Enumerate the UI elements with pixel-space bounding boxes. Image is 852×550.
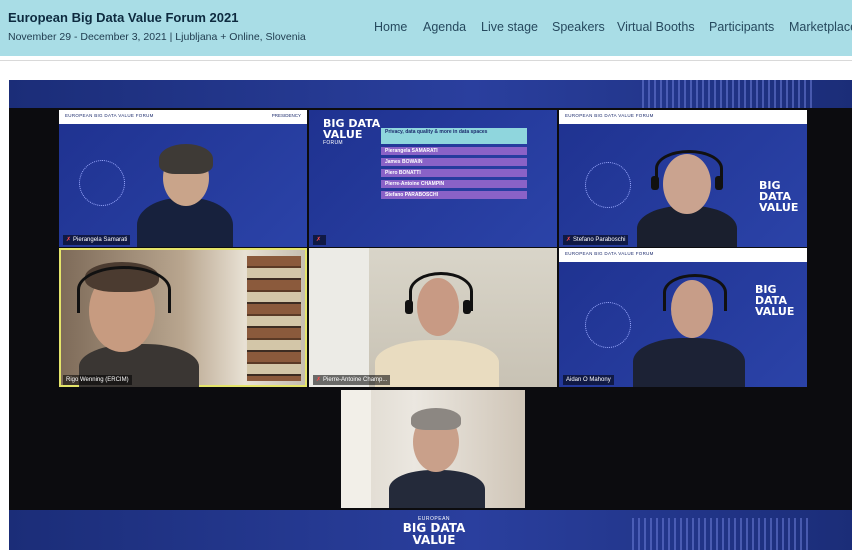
headset-icon xyxy=(77,266,171,313)
live-stage-video[interactable]: EUROPEAN BIG DATA VALUE FORUM PRESIDENCY… xyxy=(9,80,852,550)
agenda-speaker: Stefano PARABOSCHI xyxy=(381,191,527,199)
wireframe-globe-graphic xyxy=(585,162,631,208)
headset-earcup xyxy=(405,300,413,314)
participant-name-tag: Rigo Wenning (ERCIM) xyxy=(63,375,132,385)
slide-header-bar: EUROPEAN BIG DATA VALUE FORUM PRESIDENCY xyxy=(59,110,307,124)
main-nav: Home Agenda Live stage Speakers Virtual … xyxy=(0,20,852,38)
agenda-speaker: Pierangela SAMARATI xyxy=(381,147,527,155)
site-header: European Big Data Value Forum 2021 Novem… xyxy=(0,0,852,56)
participant-name-tag: ✗ xyxy=(313,235,327,245)
muted-mic-icon: ✗ xyxy=(566,237,572,243)
headset-icon xyxy=(655,150,723,187)
agenda-speaker: Piero BONATTI xyxy=(381,169,527,177)
video-tile-aidan-o-mahony[interactable]: EUROPEAN BIG DATA VALUE FORUM BIG DATA VA… xyxy=(559,248,807,387)
big-data-value-logo: BIG DATA VALUE xyxy=(755,283,795,318)
speaker-hair xyxy=(411,408,461,430)
speaker-hair xyxy=(159,144,213,174)
stage-bottom-banner: EUROPEAN BIG DATA VALUE xyxy=(9,510,852,550)
european-big-data-value-forum-logo: EUROPEAN BIG DATA VALUE xyxy=(402,516,466,547)
banner-stripes-decoration xyxy=(632,518,812,550)
participant-name-tag: ✗ Pierre-Antoine Champ... xyxy=(313,375,391,385)
wireframe-globe-graphic xyxy=(79,160,125,206)
headset-earcup xyxy=(463,300,471,314)
bookshelf xyxy=(247,256,301,381)
participant-name-tag: ✗ Pierangela Samarati xyxy=(63,235,131,245)
room-wall xyxy=(309,248,369,387)
muted-mic-icon: ✗ xyxy=(316,237,322,243)
video-tile-pierangela-samarati[interactable]: EUROPEAN BIG DATA VALUE FORUM PRESIDENCY… xyxy=(59,110,307,247)
nav-live-stage[interactable]: Live stage xyxy=(481,20,538,34)
nav-home[interactable]: Home xyxy=(374,20,407,34)
slide-header-text: EUROPEAN BIG DATA VALUE FORUM xyxy=(65,113,154,118)
big-data-value-logo: BIG DATA VALUE FORUM xyxy=(323,117,381,146)
video-tile-speaker-bottom[interactable] xyxy=(341,390,525,508)
nav-virtual-booths[interactable]: Virtual Booths xyxy=(617,20,695,34)
nav-marketplace[interactable]: Marketplace xyxy=(789,20,852,34)
slide-header-bar: EUROPEAN BIG DATA VALUE FORUM xyxy=(559,110,807,124)
header-divider xyxy=(0,60,852,61)
headset-icon xyxy=(663,274,727,311)
video-tile-rigo-wenning[interactable]: Rigo Wenning (ERCIM) xyxy=(59,248,307,387)
room-door xyxy=(341,390,371,508)
slide-header-bar: EUROPEAN BIG DATA VALUE FORUM xyxy=(559,248,807,262)
speaker-body xyxy=(389,470,485,508)
slide-header-right: PRESIDENCY xyxy=(271,113,301,118)
muted-mic-icon: ✗ xyxy=(66,237,72,243)
speaker-body xyxy=(375,340,499,387)
session-agenda-card: Privacy, data quality & more in data spa… xyxy=(381,128,527,202)
nav-speakers[interactable]: Speakers xyxy=(552,20,605,34)
agenda-heading: Privacy, data quality & more in data spa… xyxy=(381,128,527,144)
wireframe-globe-graphic xyxy=(585,302,631,348)
headset-earcup xyxy=(715,176,723,190)
agenda-speaker: Pierre-Antoine CHAMPIN xyxy=(381,180,527,188)
agenda-speaker: James BOWAIN xyxy=(381,158,527,166)
speaker-body xyxy=(633,338,745,387)
participant-name-tag: Aidan O Mahony xyxy=(563,375,614,385)
stage-top-banner xyxy=(9,80,852,108)
participant-name-tag: ✗ Stefano Paraboschi xyxy=(563,235,629,245)
nav-participants[interactable]: Participants xyxy=(709,20,774,34)
video-tile-presentation[interactable]: BIG DATA VALUE FORUM Privacy, data quality… xyxy=(309,110,557,247)
video-tile-stefano-paraboschi[interactable]: EUROPEAN BIG DATA VALUE FORUM BIG DATA VA… xyxy=(559,110,807,247)
big-data-value-logo: BIG DATA VALUE xyxy=(759,179,799,214)
nav-agenda[interactable]: Agenda xyxy=(423,20,466,34)
banner-stripes-decoration xyxy=(642,80,812,108)
video-tile-pierre-antoine-champin[interactable]: ✗ Pierre-Antoine Champ... xyxy=(309,248,557,387)
headset-earcup xyxy=(651,176,659,190)
muted-mic-icon: ✗ xyxy=(316,377,322,383)
